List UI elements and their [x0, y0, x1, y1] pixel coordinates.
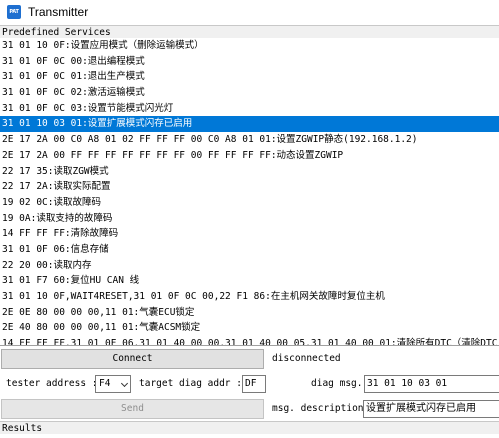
- predefined-services-label: Predefined Services: [0, 25, 499, 38]
- list-item[interactable]: 31 01 0F 0C 00:退出编程模式: [0, 54, 499, 70]
- chevron-down-icon: [120, 379, 129, 388]
- list-item[interactable]: 31 01 10 0F:设置应用模式（删除运输模式）: [0, 38, 499, 54]
- connection-status: disconnected: [272, 353, 341, 364]
- diag-msg-label: diag msg.: [311, 378, 363, 389]
- list-item[interactable]: 31 01 0F 06:信息存储: [0, 242, 499, 258]
- list-item[interactable]: 22 17 35:读取ZGW模式: [0, 164, 499, 180]
- results-label: Results: [0, 421, 499, 434]
- list-item[interactable]: 31 01 0F 0C 01:退出生产模式: [0, 69, 499, 85]
- msg-description-label: msg. description: [272, 403, 364, 414]
- tester-address-label: tester address :: [6, 378, 98, 389]
- list-item[interactable]: 2E 17 2A 00 FF FF FF FF FF FF FF 00 FF F…: [0, 148, 499, 164]
- target-diag-addr-input[interactable]: DF: [242, 375, 266, 393]
- list-item[interactable]: 31 01 0F 0C 03:设置节能模式闪光灯: [0, 101, 499, 117]
- list-item[interactable]: 31 01 10 03 01:设置扩展模式闪存已启用: [0, 116, 499, 133]
- target-diag-addr-label: target diag addr :: [139, 378, 242, 389]
- send-button[interactable]: Send: [1, 399, 264, 419]
- list-item[interactable]: 14 FF FF FF,31 01 0F 06,31 01 40 00 00,3…: [0, 336, 499, 345]
- list-item[interactable]: 19 02 0C:读取故障码: [0, 195, 499, 211]
- window-title: Transmitter: [28, 5, 89, 19]
- list-item[interactable]: 2E 40 80 00 00 00,11 01:气囊ACSM锁定: [0, 320, 499, 336]
- list-item[interactable]: 31 01 0F 0C 02:激活运输模式: [0, 85, 499, 101]
- connect-button[interactable]: Connect: [1, 349, 264, 369]
- msg-description-input[interactable]: 设置扩展模式闪存已启用: [363, 400, 499, 418]
- list-item[interactable]: 22 17 2A:读取实际配置: [0, 179, 499, 195]
- list-item[interactable]: 2E 0E 80 00 00 00,11 01:气囊ECU锁定: [0, 305, 499, 321]
- diag-msg-input[interactable]: 31 01 10 03 01: [364, 375, 499, 393]
- list-item[interactable]: 22 20 00:读取内存: [0, 258, 499, 274]
- predefined-services-list[interactable]: 31 01 10 0F:设置应用模式（删除运输模式） 31 01 0F 0C 00…: [0, 38, 499, 346]
- tester-address-select[interactable]: F4: [95, 375, 131, 393]
- tester-address-value: F4: [99, 378, 111, 389]
- list-item[interactable]: 2E 17 2A 00 C0 A8 01 02 FF FF FF 00 C0 A…: [0, 132, 499, 148]
- list-item[interactable]: 14 FF FF FF:清除故障码: [0, 226, 499, 242]
- list-item[interactable]: 31 01 10 0F,WAIT4RESET,31 01 0F 0C 00,22…: [0, 289, 499, 305]
- title-bar: PAT Transmitter: [0, 0, 499, 24]
- list-item[interactable]: 31 01 F7 60:复位HU CAN 线: [0, 273, 499, 289]
- app-icon: PAT: [7, 5, 21, 19]
- list-item[interactable]: 19 0A:读取支持的故障码: [0, 211, 499, 227]
